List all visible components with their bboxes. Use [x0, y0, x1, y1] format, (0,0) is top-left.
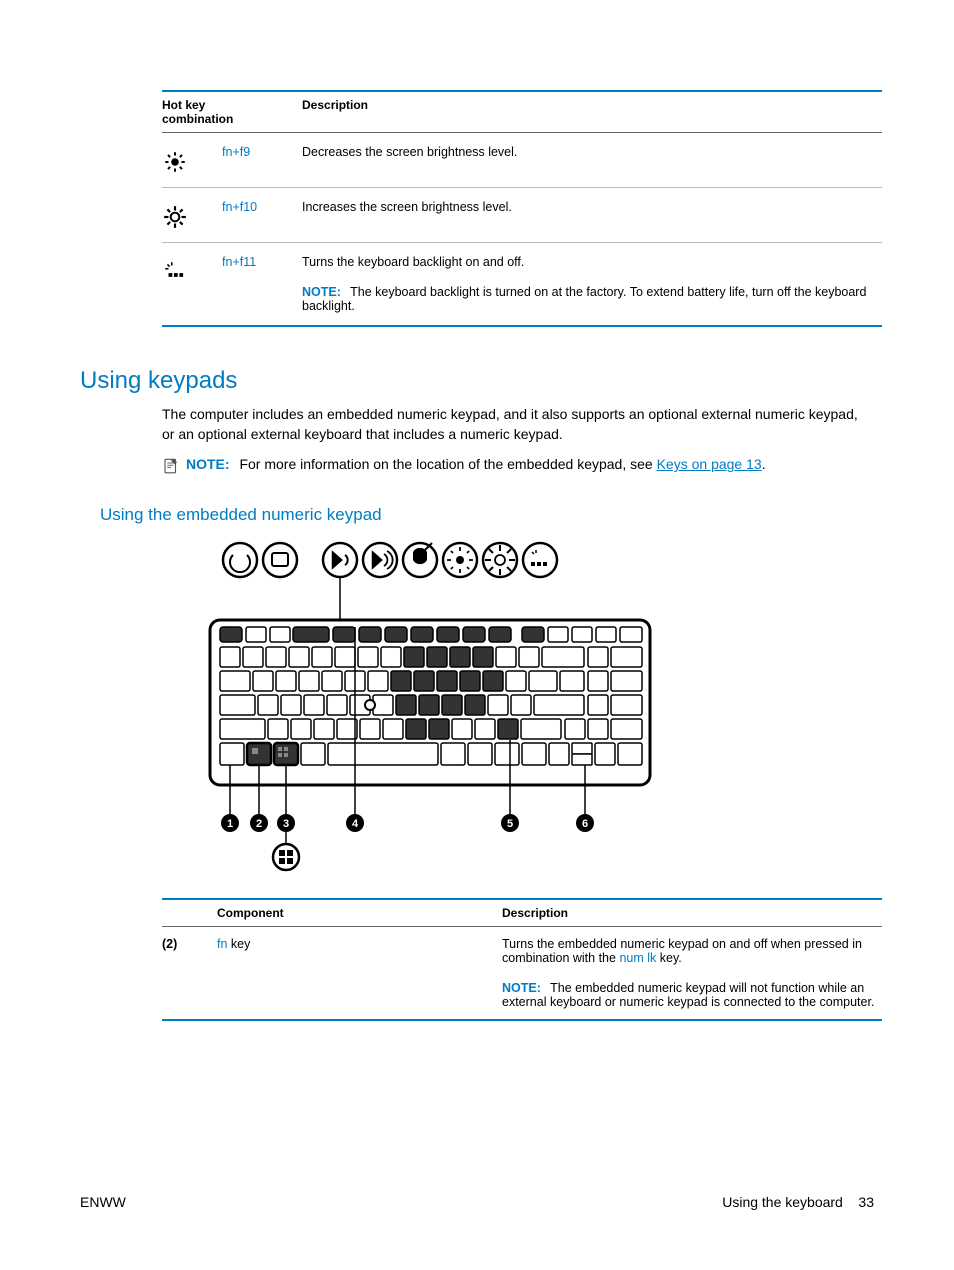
brightness-up-icon	[162, 204, 188, 230]
hotkey-table: Hot key combination Description	[162, 90, 882, 327]
component-row: (2) fn key Turns the embedded numeric ke…	[162, 927, 882, 1019]
svg-text:3: 3	[283, 818, 289, 830]
note-label: NOTE:	[302, 285, 341, 299]
keyboard-figure: 1 2 3 4 5 6	[200, 535, 660, 888]
hotkey-row: fn+f10 Increases the screen brightness l…	[162, 188, 882, 242]
footer-left: ENWW	[80, 1194, 126, 1210]
page-note: NOTE: For more information on the locati…	[162, 456, 874, 475]
footer-section: Using the keyboard	[722, 1194, 843, 1210]
page-footer: ENWW Using the keyboard 33	[80, 1194, 874, 1210]
intro-paragraph: The computer includes an embedded numeri…	[162, 405, 874, 444]
svg-text:6: 6	[582, 818, 588, 830]
keys-link[interactable]: Keys on page 13	[657, 456, 762, 472]
note-icon	[162, 457, 180, 475]
svg-text:1: 1	[227, 818, 233, 830]
hotkey-row: fn+f11 Turns the keyboard backlight on a…	[162, 243, 882, 325]
svg-text:2: 2	[256, 818, 262, 830]
brightness-down-icon	[162, 149, 188, 175]
component-header: Component	[217, 900, 502, 926]
svg-text:5: 5	[507, 818, 513, 830]
hotkey-row: fn+f9 Decreases the screen brightness le…	[162, 133, 882, 187]
svg-text:4: 4	[352, 818, 359, 830]
description-header: Description	[502, 900, 882, 926]
hotkey-header-desc: Description	[302, 92, 882, 132]
section-heading: Using keypads	[80, 367, 874, 395]
component-table: Component Description (2) fn key Turns t…	[162, 898, 882, 1021]
keyboard-backlight-icon	[162, 259, 188, 285]
sub-heading: Using the embedded numeric keypad	[100, 505, 874, 525]
hotkey-header-combo: Hot key combination	[162, 92, 242, 132]
page-number: 33	[858, 1194, 874, 1210]
note-label: NOTE:	[502, 981, 541, 995]
